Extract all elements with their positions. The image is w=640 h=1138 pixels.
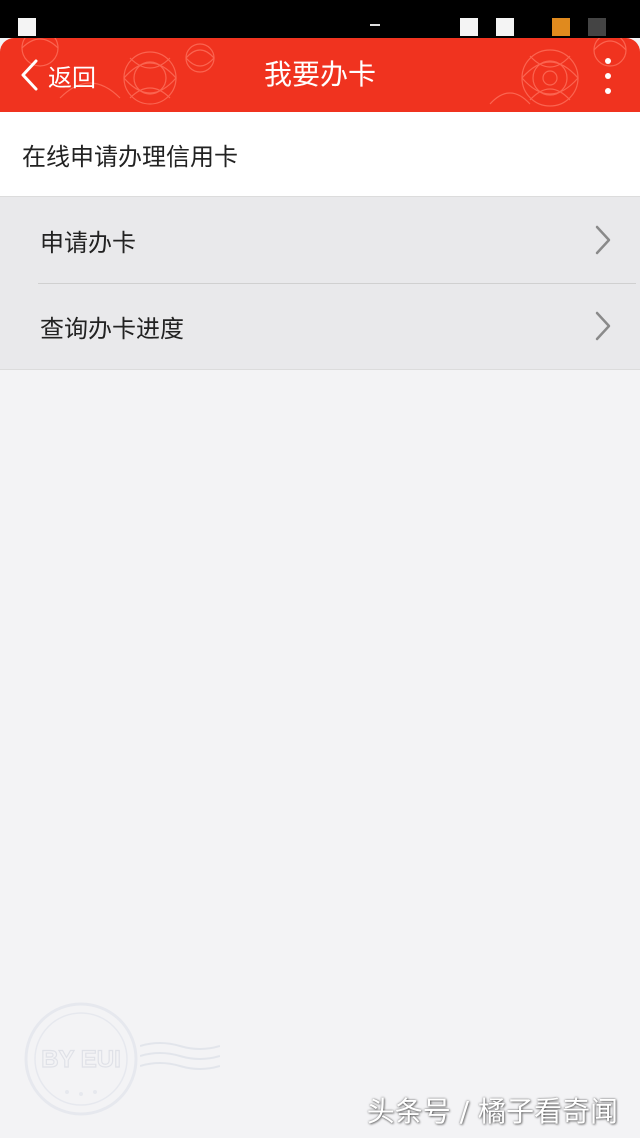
menu-list: 申请办卡 查询办卡进度 [0, 196, 640, 370]
back-label: 返回 [48, 63, 96, 92]
chevron-left-icon [21, 59, 38, 91]
wifi-icon [496, 18, 514, 36]
nav-bar: 返回 我要办卡 [0, 38, 640, 112]
more-options-button[interactable] [596, 58, 620, 94]
battery-icon [552, 18, 570, 36]
back-button[interactable]: 返回 [18, 38, 96, 112]
more-vertical-icon [605, 58, 611, 64]
signal-indicator [370, 24, 380, 26]
chevron-right-icon [595, 225, 611, 255]
menu-item-label: 申请办卡 [40, 228, 136, 257]
watermark-badge-text: BY EUI [41, 1046, 121, 1073]
signal-icon [460, 18, 478, 36]
chevron-right-icon [595, 311, 611, 341]
watermark-source: 头条号 / 橘子看奇闻 [366, 1095, 618, 1128]
notification-icon [18, 18, 36, 36]
section-header: 在线申请办理信用卡 [0, 112, 640, 196]
status-bar [0, 0, 640, 38]
apply-card-item[interactable]: 申请办卡 [0, 197, 640, 283]
time-icon [588, 18, 606, 36]
watermark-waves-icon [140, 1042, 220, 1070]
menu-item-label: 查询办卡进度 [40, 314, 184, 343]
watermark-badge-icon: BY EUI [24, 1002, 138, 1116]
check-progress-item[interactable]: 查询办卡进度 [0, 283, 640, 369]
section-title: 在线申请办理信用卡 [22, 142, 238, 171]
